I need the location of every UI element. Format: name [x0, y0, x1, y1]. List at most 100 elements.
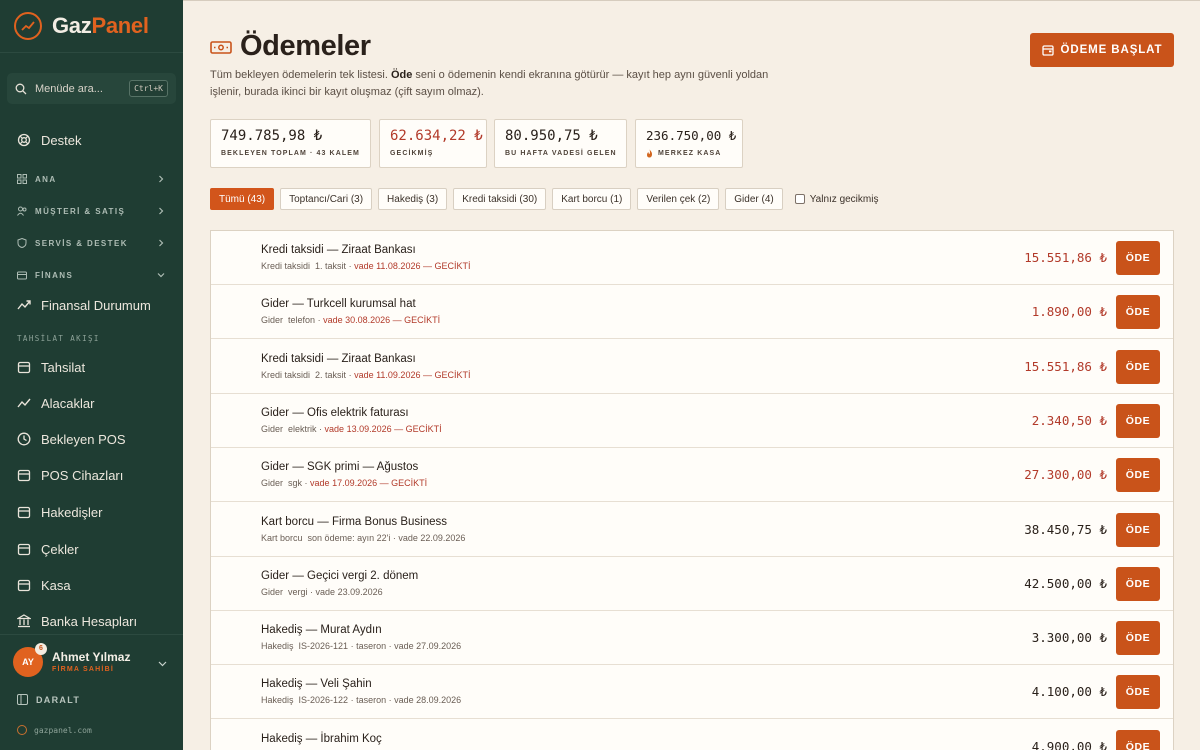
sidebar-item-pos-cihazlari[interactable]: POS Cihazları: [0, 465, 183, 485]
menu-search-input[interactable]: Menüde ara... Ctrl+K: [7, 73, 176, 104]
payment-row: Hakediş — Murat Aydın Hakediş IS-2026-121…: [211, 611, 1173, 666]
pay-button[interactable]: ÖDE: [1116, 403, 1160, 438]
filter-issued-check[interactable]: Verilen çek (2): [637, 188, 720, 210]
payment-title: Kart borcu — Firma Bonus Business: [261, 515, 447, 528]
payment-title: Gider — Ofis elektrik faturası: [261, 406, 409, 419]
user-name: Ahmet Yılmaz: [52, 650, 131, 664]
payment-meta: Gider sgk · vade 17.09.2026 — GECİKTİ: [261, 478, 428, 489]
start-payment-button[interactable]: ÖDEME BAŞLAT: [1030, 33, 1174, 67]
sidebar-section-musteri-satis[interactable]: MÜŞTERİ & SATIŞ: [0, 204, 183, 218]
brand-logo-icon: [14, 12, 42, 40]
payment-row: Gider — SGK primi — Ağustos Gider sgk · v…: [211, 448, 1173, 503]
payment-title: Kredi taksidi — Ziraat Bankası: [261, 244, 416, 256]
sidebar-item-label: Kasa: [41, 577, 71, 593]
payment-category: Kredi taksidi: [261, 369, 311, 380]
grid-icon: [17, 174, 27, 184]
page-header: Ödemeler: [210, 30, 371, 63]
payment-row: Gider — Ofis elektrik faturası Gider elek…: [211, 394, 1173, 448]
payment-detail: elektrik: [288, 423, 317, 434]
stat-label: BU HAFTA VADESİ GELEN: [505, 150, 617, 157]
only-overdue-toggle[interactable]: Yalnız gecikmiş: [794, 193, 879, 205]
sidebar-group-label: TAHSİLAT AKIŞI: [17, 334, 100, 343]
payment-detail: vergi: [288, 586, 308, 597]
stat-overdue: 62.634,22 ₺ GECİKMİŞ: [379, 119, 487, 168]
brand[interactable]: GazPanel: [0, 0, 183, 53]
avatar: AY 6: [13, 642, 47, 677]
only-overdue-label: Yalnız gecikmiş: [809, 193, 879, 205]
trend-up-icon: [17, 398, 31, 408]
avatar-initials: AY: [22, 656, 34, 667]
sidebar-item-destek[interactable]: Destek: [0, 130, 183, 150]
payment-title: Hakediş — Murat Aydın: [261, 624, 382, 637]
payment-amount: 2.340,50 ₺: [1031, 412, 1107, 428]
main-content: Ödemeler Tüm bekleyen ödemelerin tek lis…: [183, 0, 1200, 750]
payment-meta: Kart borcu son ödeme: ayın 22'i · vade 2…: [261, 532, 466, 543]
sidebar-item-cekler[interactable]: Çekler: [0, 539, 183, 559]
wallet-icon: [17, 361, 31, 374]
card-terminal-icon: [17, 469, 31, 482]
payment-due: vade 23.09.2026: [315, 586, 383, 597]
sidebar-section-servis-destek[interactable]: SERVİS & DESTEK: [0, 236, 183, 250]
sidebar-item-bekleyen-pos[interactable]: Bekleyen POS: [0, 429, 183, 449]
sidebar-item-finansal-durum[interactable]: Finansal Durumum: [0, 295, 183, 315]
search-shortcut: Ctrl+K: [129, 80, 168, 97]
user-role: FİRMA SAHİBİ: [52, 666, 114, 673]
payment-due: vade 13.09.2026 — GECİKTİ: [324, 423, 442, 434]
payment-category: Kart borcu: [261, 532, 303, 543]
pay-button[interactable]: ÖDE: [1116, 729, 1160, 750]
filter-card-debt[interactable]: Kart borcu (1): [552, 188, 632, 210]
pay-button[interactable]: ÖDE: [1116, 566, 1160, 601]
sidebar-item-tahsilat[interactable]: Tahsilat: [0, 357, 183, 377]
sidebar-item-label: Bekleyen POS: [41, 431, 126, 447]
pay-button[interactable]: ÖDE: [1116, 295, 1160, 330]
pay-button[interactable]: ÖDE: [1116, 349, 1160, 384]
payment-amount: 4.100,00 ₺: [1031, 684, 1107, 700]
sidebar-section-ana[interactable]: ANA: [0, 172, 183, 186]
sidebar-section-label: ANA: [35, 174, 57, 184]
flame-icon: [647, 149, 653, 158]
filter-expense[interactable]: Gider (4): [725, 188, 783, 210]
payment-title: Gider — Geçici vergi 2. dönem: [261, 569, 419, 582]
pay-button[interactable]: ÖDE: [1116, 458, 1160, 493]
collapse-label: DARALT: [36, 694, 81, 705]
payment-row: Hakediş — İbrahim KoçHakediş IS-2026-123…: [211, 720, 1173, 750]
page-description: Tüm bekleyen ödemelerin tek listesi. Öde…: [210, 69, 769, 98]
pay-button[interactable]: ÖDE: [1116, 675, 1160, 710]
user-menu[interactable]: AY 6 Ahmet Yılmaz FİRMA SAHİBİ: [0, 634, 183, 688]
filter-loan-installment[interactable]: Kredi taksidi (30): [453, 188, 547, 210]
payment-category: Kredi taksidi: [261, 261, 311, 271]
payment-category: Gider: [261, 315, 284, 326]
sidebar-item-kasa[interactable]: Kasa: [0, 575, 183, 595]
wallet-icon: [17, 579, 31, 592]
sidebar-item-hakedisler[interactable]: Hakedişler: [0, 502, 183, 522]
payment-detail: telefon: [288, 315, 316, 326]
filter-supplier[interactable]: Toptancı/Cari (3): [280, 188, 373, 210]
pay-button[interactable]: ÖDE: [1116, 621, 1160, 656]
pay-button[interactable]: ÖDE: [1116, 512, 1160, 547]
only-overdue-checkbox[interactable]: [794, 194, 805, 204]
payment-meta: Kredi taksidi 2. taksit · vade 11.09.202…: [261, 369, 471, 380]
payment-meta: Kredi taksidi 1. taksit · vade 11.08.202…: [261, 261, 471, 271]
collapse-sidebar-button[interactable]: DARALT: [17, 694, 80, 705]
sidebar-item-banka-hesaplari[interactable]: Banka Hesapları: [0, 611, 183, 631]
payment-detail: son ödeme: ayın 22'i: [307, 532, 391, 543]
sidebar-section-label: FİNANS: [35, 270, 74, 280]
sidebar-item-label: Banka Hesapları: [41, 613, 138, 629]
stat-value: 80.950,75 ₺: [505, 128, 598, 144]
pay-button[interactable]: ÖDE: [1116, 241, 1160, 275]
filter-hakedis[interactable]: Hakediş (3): [378, 188, 448, 210]
sidebar-item-alacaklar[interactable]: Alacaklar: [0, 393, 183, 413]
payment-row: Kredi taksidi — Ziraat Bankası Kredi taks…: [211, 340, 1173, 394]
filter-all[interactable]: Tümü (43): [210, 188, 275, 210]
wallet-icon: [1041, 45, 1054, 56]
stat-due-this-week: 80.950,75 ₺ BU HAFTA VADESİ GELEN: [494, 119, 627, 168]
sidebar-section-finans[interactable]: FİNANS: [0, 268, 183, 282]
payment-row: Gider — Geçici vergi 2. dönem Gider vergi…: [211, 557, 1173, 611]
page-title: Ödemeler: [240, 30, 371, 62]
payment-due: vade 17.09.2026 — GECİKTİ: [310, 478, 428, 489]
wallet-icon: [17, 506, 31, 519]
stat-label: MERKEZ KASA: [646, 149, 742, 158]
banknote-icon: [210, 40, 232, 54]
chevron-down-icon: [157, 273, 165, 278]
payment-amount: 27.300,00 ₺: [1024, 467, 1107, 483]
